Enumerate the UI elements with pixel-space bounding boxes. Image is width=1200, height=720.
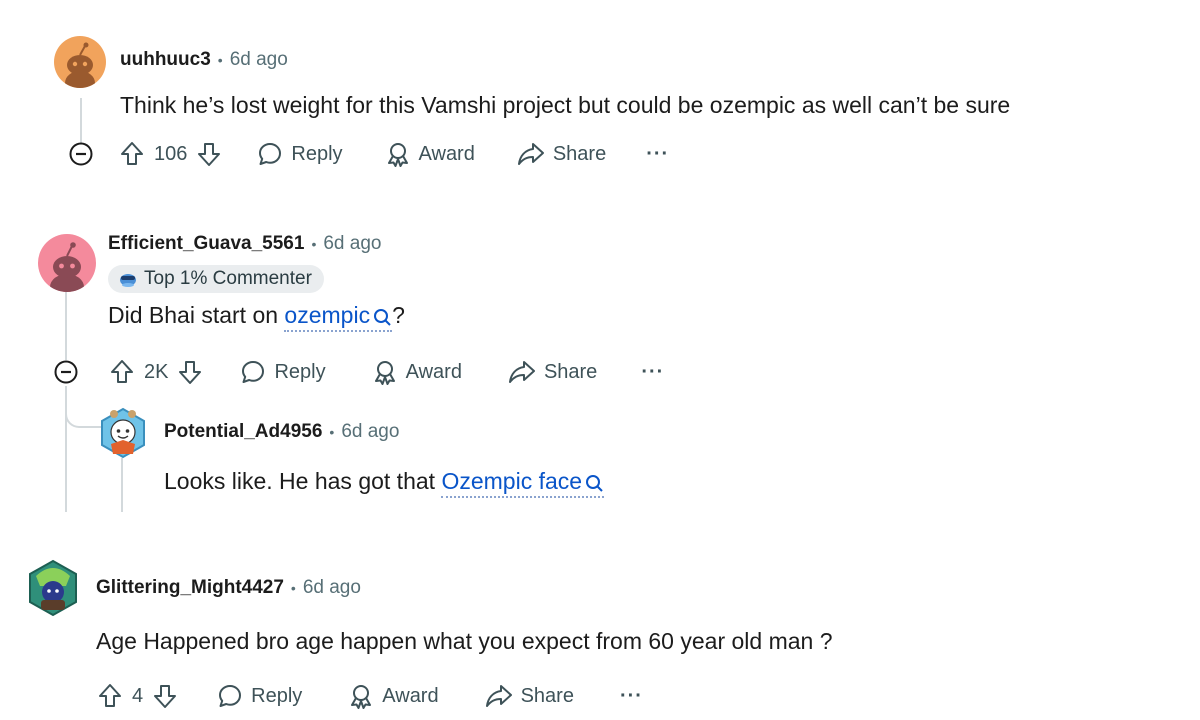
flair-icon [120, 274, 136, 287]
comment-actions: 2K Reply Award Share ··· [108, 352, 664, 392]
search-icon [374, 309, 391, 326]
more-icon: ··· [646, 142, 670, 165]
share-button[interactable]: Share [508, 359, 597, 385]
separator-dot: • [290, 580, 296, 596]
comment-actions: 106 Reply Award Share ··· [118, 134, 669, 174]
share-icon [508, 361, 535, 383]
downvote-icon[interactable] [151, 682, 179, 710]
avatar[interactable] [54, 36, 106, 88]
share-label: Share [552, 142, 607, 165]
award-label: Award [382, 684, 439, 707]
share-icon [517, 143, 544, 165]
username[interactable]: Potential_Ad4956 [164, 421, 322, 443]
comment-meta: uuhhuuc3 • 6d ago [120, 48, 288, 72]
separator-dot: • [329, 424, 335, 440]
username[interactable]: Glittering_Might4427 [96, 577, 284, 599]
comment-text-start: Did Bhai start on [108, 302, 279, 328]
separator-dot: • [217, 52, 223, 68]
comment-actions: 4 Reply Award Share ··· [96, 676, 643, 716]
more-button[interactable]: ··· [620, 685, 643, 708]
collapse-icon [54, 360, 78, 384]
comment-text: Looks like. He has got that Ozempic face [164, 468, 605, 498]
reply-button[interactable]: Reply [217, 683, 302, 709]
comment-meta: Efficient_Guava_5561 • 6d ago [108, 232, 381, 256]
timestamp[interactable]: 6d ago [303, 577, 361, 599]
award-label: Award [405, 360, 462, 383]
award-icon [374, 361, 395, 385]
username[interactable]: Efficient_Guava_5561 [108, 233, 304, 255]
comment-meta: Potential_Ad4956 • 6d ago [164, 420, 399, 444]
avatar[interactable] [98, 404, 148, 462]
vote-count: 106 [154, 142, 188, 165]
reply-icon [242, 361, 265, 383]
comment-meta: Glittering_Might4427 • 6d ago [96, 576, 361, 600]
avatar[interactable] [38, 234, 96, 292]
award-button[interactable]: Award [372, 359, 462, 385]
separator-dot: • [311, 236, 317, 252]
flair-text: Top 1% Commenter [144, 268, 312, 289]
more-icon: ··· [641, 360, 665, 383]
reply-label: Reply [251, 684, 303, 707]
award-icon [351, 685, 372, 709]
username[interactable]: uuhhuuc3 [120, 49, 211, 71]
comment-text: Think he’s lost weight for this Vamshi p… [120, 92, 1011, 118]
award-button[interactable]: Award [385, 141, 475, 167]
user-flair: Top 1% Commenter [108, 265, 324, 293]
vote-count: 4 [132, 684, 144, 707]
thread-line [65, 292, 67, 360]
reply-icon [219, 685, 242, 707]
more-button[interactable]: ··· [641, 361, 664, 384]
search-icon [586, 475, 603, 492]
award-icon [387, 143, 408, 167]
search-link[interactable]: ozempic [284, 302, 393, 332]
search-link[interactable]: Ozempic face [441, 468, 605, 498]
vote-count: 2K [144, 360, 169, 383]
downvote-icon[interactable] [176, 358, 204, 386]
vote-group: 2K [108, 358, 204, 386]
comment-text-end: ? [392, 302, 405, 328]
reply-label: Reply [274, 360, 326, 383]
share-button[interactable]: Share [517, 141, 606, 167]
comment-text: Age Happened bro age happen what you exp… [96, 628, 833, 654]
reply-button[interactable]: Reply [240, 359, 326, 385]
award-label: Award [418, 142, 475, 165]
more-button[interactable]: ··· [646, 143, 669, 166]
more-icon: ··· [619, 684, 643, 707]
reply-icon [259, 143, 282, 165]
search-link-text: Ozempic face [441, 468, 583, 494]
thread-line [121, 458, 123, 512]
upvote-icon[interactable] [96, 682, 124, 710]
share-button[interactable]: Share [485, 683, 574, 709]
collapse-button[interactable] [68, 141, 94, 172]
timestamp[interactable]: 6d ago [323, 233, 381, 255]
timestamp[interactable]: 6d ago [230, 49, 288, 71]
share-label: Share [520, 684, 574, 707]
timestamp[interactable]: 6d ago [341, 421, 399, 443]
share-label: Share [543, 360, 598, 383]
comment-text-start: Looks like. He has got that [164, 468, 436, 494]
collapse-button[interactable] [53, 359, 79, 390]
search-link-text: ozempic [284, 302, 371, 328]
vote-group: 106 [118, 140, 223, 168]
downvote-icon[interactable] [195, 140, 223, 168]
reply-label: Reply [291, 142, 343, 165]
collapse-icon [69, 142, 93, 166]
upvote-icon[interactable] [108, 358, 136, 386]
avatar[interactable] [26, 558, 80, 620]
reply-button[interactable]: Reply [257, 141, 343, 167]
upvote-icon[interactable] [118, 140, 146, 168]
award-button[interactable]: Award [348, 683, 439, 709]
thread-branch [65, 386, 101, 428]
vote-group: 4 [96, 682, 179, 710]
comment-text: Did Bhai start on ozempic? [108, 302, 405, 332]
share-icon [485, 685, 512, 707]
